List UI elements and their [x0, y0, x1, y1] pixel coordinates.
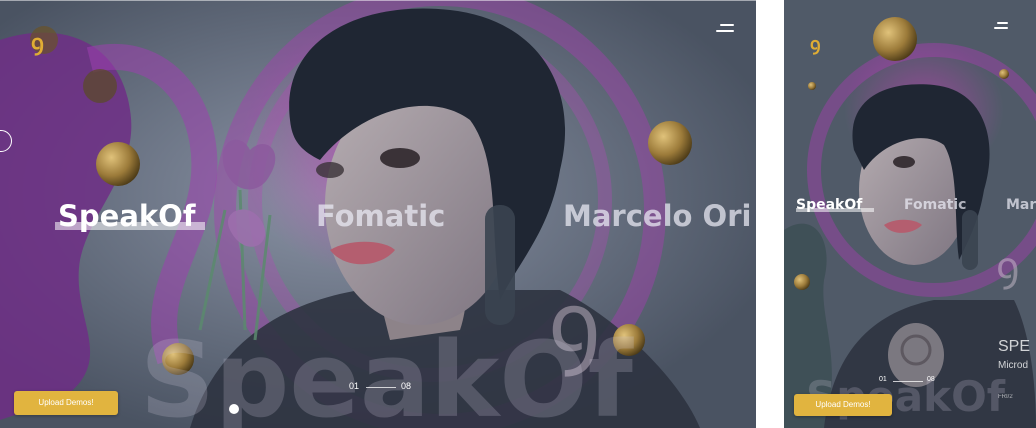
pager-current: 01 — [349, 381, 360, 391]
mobile-upload-demos-button[interactable]: Upload Demos! — [794, 394, 892, 416]
hamburger-menu-icon[interactable] — [716, 24, 734, 36]
mobile-pager-total: 08 — [927, 376, 935, 383]
mobile-brand-logo[interactable]: ꝯ — [810, 36, 821, 54]
background-artist-word: SpeakOf — [140, 319, 633, 428]
mobile-preview: ꝯ ꝯ SpeakOf Fomatic Mar SpeakOf SPE Micr… — [784, 0, 1036, 428]
slide-pager: 01 08 — [349, 381, 415, 393]
svg-text:ꝯ: ꝯ — [996, 244, 1019, 290]
side-artist-title: SPE — [998, 338, 1031, 355]
artist-name-marcelo-ori[interactable]: Marcelo Ori — [563, 199, 751, 233]
mobile-slide-pager: 01 08 — [879, 376, 939, 386]
mobile-hamburger-menu-icon[interactable] — [994, 22, 1008, 32]
artist-name-speakof[interactable]: SpeakOf — [58, 199, 195, 233]
brand-logo[interactable]: ꝯ — [31, 32, 44, 54]
top-divider — [0, 0, 756, 1]
pager-progress-line — [366, 387, 396, 388]
mobile-pager-progress-line — [893, 381, 923, 382]
desktop-preview: ꝯ ꝯ SpeakOf Fomatic Marcelo Ori SpeakOf … — [0, 0, 756, 428]
upload-demos-button[interactable]: Upload Demos! — [14, 391, 118, 415]
mobile-artist-name-speakof[interactable]: SpeakOf — [796, 197, 862, 213]
pager-total: 08 — [401, 381, 412, 391]
side-artist-meta: FRI/2 — [998, 394, 1013, 400]
slide-indicator-dot[interactable] — [229, 404, 239, 414]
side-artist-subtitle: Microd — [998, 360, 1029, 371]
mobile-pager-current: 01 — [879, 376, 887, 383]
mobile-artist-name-marcelo[interactable]: Mar — [1006, 197, 1036, 213]
artist-name-fomatic[interactable]: Fomatic — [316, 199, 445, 233]
mobile-artist-name-fomatic[interactable]: Fomatic — [904, 197, 966, 213]
